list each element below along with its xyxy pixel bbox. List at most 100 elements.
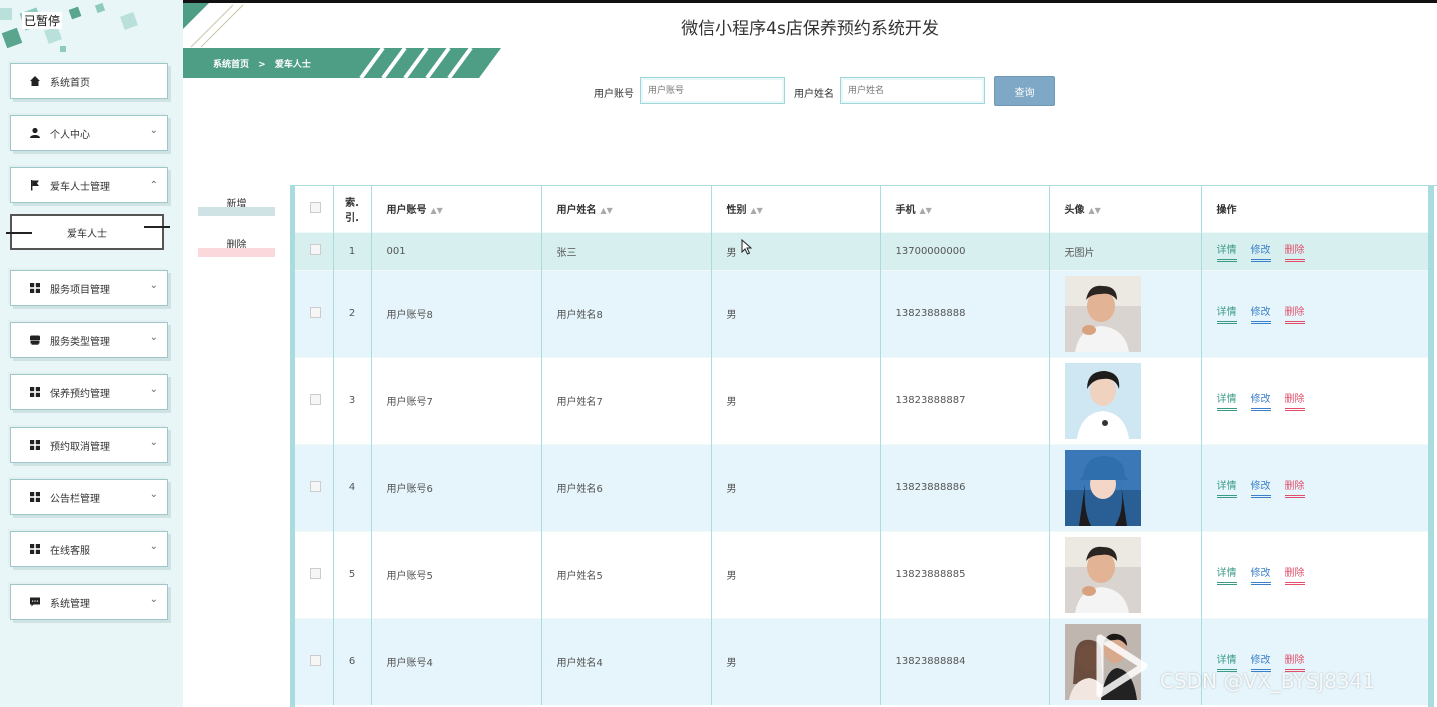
cell-name: 用户姓名4 bbox=[541, 617, 712, 705]
sidebar-item-notice-board[interactable]: 公告栏管理 ⌄ bbox=[10, 479, 168, 515]
header-phone[interactable]: 手机 ▲▼ bbox=[880, 186, 1050, 232]
chat-icon bbox=[29, 596, 41, 608]
sidebar-item-personal-center[interactable]: 个人中心 ⌄ bbox=[10, 115, 168, 151]
header-account[interactable]: 用户账号 ▲▼ bbox=[371, 186, 542, 232]
grid-icon bbox=[29, 491, 41, 503]
delete-link[interactable]: 删除 bbox=[1284, 651, 1305, 673]
checkbox[interactable] bbox=[310, 306, 321, 318]
sidebar-item-label: 个人中心 bbox=[50, 129, 90, 141]
sort-icon[interactable]: ▲▼ bbox=[920, 206, 932, 215]
cell-ops: 详情 修改 删除 bbox=[1201, 530, 1429, 618]
breadcrumb-text: 系统首页 > 爱车人士 bbox=[213, 57, 311, 70]
avatar-photo[interactable] bbox=[1064, 536, 1141, 613]
row-select[interactable] bbox=[295, 356, 334, 444]
sidebar-subitem-car-owner[interactable]: 爱车人士 bbox=[6, 214, 170, 250]
checkbox[interactable] bbox=[310, 244, 321, 255]
table-row: 3 用户账号7 用户姓名7 男 13823888887 详情 修改 删除 bbox=[295, 356, 1429, 444]
row-select[interactable] bbox=[295, 269, 334, 357]
checkbox[interactable] bbox=[310, 567, 321, 579]
breadcrumb: 系统首页 > 爱车人士 bbox=[183, 46, 501, 80]
cell-phone: 13700000000 bbox=[880, 231, 1050, 270]
sidebar-item-car-owner-management[interactable]: 爱车人士管理 ⌃ bbox=[10, 167, 168, 203]
sort-icon[interactable]: ▲▼ bbox=[601, 206, 613, 215]
cell-gender: 男 bbox=[711, 443, 881, 531]
edit-link[interactable]: 修改 bbox=[1250, 477, 1271, 498]
detail-link[interactable]: 详情 bbox=[1216, 477, 1237, 498]
cell-phone: 13823888886 bbox=[880, 443, 1050, 531]
data-table: 索. 引. 用户账号 ▲▼ 用户姓名 ▲▼ 性别 ▲▼ 手机 ▲▼ 头像 ▲▼ 操作 1 0… bbox=[295, 186, 1429, 705]
checkbox[interactable] bbox=[310, 393, 321, 405]
sort-icon[interactable]: ▲▼ bbox=[1089, 206, 1101, 215]
header-gender[interactable]: 性别 ▲▼ bbox=[711, 186, 881, 232]
add-button-bar bbox=[198, 207, 275, 216]
checkbox[interactable] bbox=[310, 480, 321, 492]
detail-link[interactable]: 详情 bbox=[1216, 564, 1237, 585]
checkbox[interactable] bbox=[310, 654, 321, 666]
breadcrumb-home[interactable]: 系统首页 bbox=[213, 60, 249, 70]
sort-icon[interactable]: ▲▼ bbox=[431, 206, 443, 215]
edit-link[interactable]: 修改 bbox=[1250, 651, 1271, 673]
checkbox[interactable] bbox=[310, 201, 321, 213]
delete-link[interactable]: 删除 bbox=[1284, 390, 1305, 411]
cell-gender: 男 bbox=[711, 269, 881, 357]
delete-selected-button[interactable]: 删除 bbox=[198, 227, 275, 257]
chevron-down-icon: ⌄ bbox=[149, 541, 158, 552]
header-name[interactable]: 用户姓名 ▲▼ bbox=[541, 186, 712, 232]
detail-link[interactable]: 详情 bbox=[1216, 390, 1237, 411]
row-select[interactable] bbox=[295, 231, 334, 270]
header-label: 手机 bbox=[895, 205, 916, 217]
avatar-photo[interactable] bbox=[1064, 623, 1141, 700]
sidebar-decoration bbox=[0, 2, 138, 52]
sidebar-item-label: 服务项目管理 bbox=[50, 284, 110, 296]
avatar-photo[interactable] bbox=[1064, 449, 1141, 526]
delete-link[interactable]: 删除 bbox=[1284, 241, 1305, 262]
add-button[interactable]: 新增 bbox=[198, 186, 275, 216]
sort-icon[interactable]: ▲▼ bbox=[751, 206, 763, 215]
search-name-input[interactable] bbox=[840, 77, 985, 104]
search-button[interactable]: 查询 bbox=[994, 76, 1055, 106]
cell-avatar: 无图片 bbox=[1049, 231, 1202, 270]
edit-link[interactable]: 修改 bbox=[1250, 303, 1271, 324]
sidebar-item-label: 在线客服 bbox=[50, 545, 90, 557]
delete-link[interactable]: 删除 bbox=[1284, 564, 1305, 585]
cell-gender: 男 bbox=[711, 617, 881, 705]
edit-link[interactable]: 修改 bbox=[1250, 564, 1271, 585]
delete-link[interactable]: 删除 bbox=[1284, 477, 1305, 498]
avatar-photo[interactable] bbox=[1064, 275, 1141, 352]
sidebar-item-maintenance-booking[interactable]: 保养预约管理 ⌄ bbox=[10, 374, 168, 410]
sidebar-item-online-service[interactable]: 在线客服 ⌄ bbox=[10, 531, 168, 567]
cell-account: 用户账号4 bbox=[371, 617, 542, 705]
cell-name: 用户姓名6 bbox=[541, 443, 712, 531]
store-icon bbox=[29, 334, 41, 346]
row-select[interactable] bbox=[295, 443, 334, 531]
chevron-down-icon: ⌄ bbox=[149, 594, 158, 605]
header-select-all[interactable] bbox=[295, 186, 334, 232]
delete-link[interactable]: 删除 bbox=[1284, 303, 1305, 324]
sidebar-item-booking-cancel[interactable]: 预约取消管理 ⌄ bbox=[10, 427, 168, 463]
row-select[interactable] bbox=[295, 617, 334, 705]
cell-gender: 男 bbox=[711, 356, 881, 444]
home-icon bbox=[29, 75, 41, 87]
sidebar-item-home[interactable]: 系统首页 bbox=[10, 63, 168, 99]
detail-link[interactable]: 详情 bbox=[1216, 241, 1237, 262]
header-avatar[interactable]: 头像 ▲▼ bbox=[1049, 186, 1202, 232]
breadcrumb-separator: > bbox=[258, 60, 266, 70]
table-row: 5 用户账号5 用户姓名5 男 13823888885 详情 修改 删除 bbox=[295, 530, 1429, 618]
row-select[interactable] bbox=[295, 530, 334, 618]
detail-link[interactable]: 详情 bbox=[1216, 303, 1237, 324]
sidebar-item-label: 服务类型管理 bbox=[50, 336, 110, 348]
cell-phone: 13823888887 bbox=[880, 356, 1050, 444]
sidebar-item-label: 公告栏管理 bbox=[50, 493, 100, 505]
edit-link[interactable]: 修改 bbox=[1250, 241, 1271, 262]
sidebar-item-service-items[interactable]: 服务项目管理 ⌄ bbox=[10, 270, 168, 306]
sidebar-item-label: 系统管理 bbox=[50, 598, 90, 610]
cell-account: 用户账号8 bbox=[371, 269, 542, 357]
detail-link[interactable]: 详情 bbox=[1216, 651, 1237, 673]
sidebar-item-system-management[interactable]: 系统管理 ⌄ bbox=[10, 584, 168, 620]
sidebar-item-service-types[interactable]: 服务类型管理 ⌄ bbox=[10, 322, 168, 358]
cell-index: 6 bbox=[333, 617, 372, 705]
edit-link[interactable]: 修改 bbox=[1250, 390, 1271, 411]
search-account-input[interactable] bbox=[640, 77, 785, 104]
cell-name: 用户姓名5 bbox=[541, 530, 712, 618]
avatar-photo[interactable] bbox=[1064, 362, 1141, 439]
